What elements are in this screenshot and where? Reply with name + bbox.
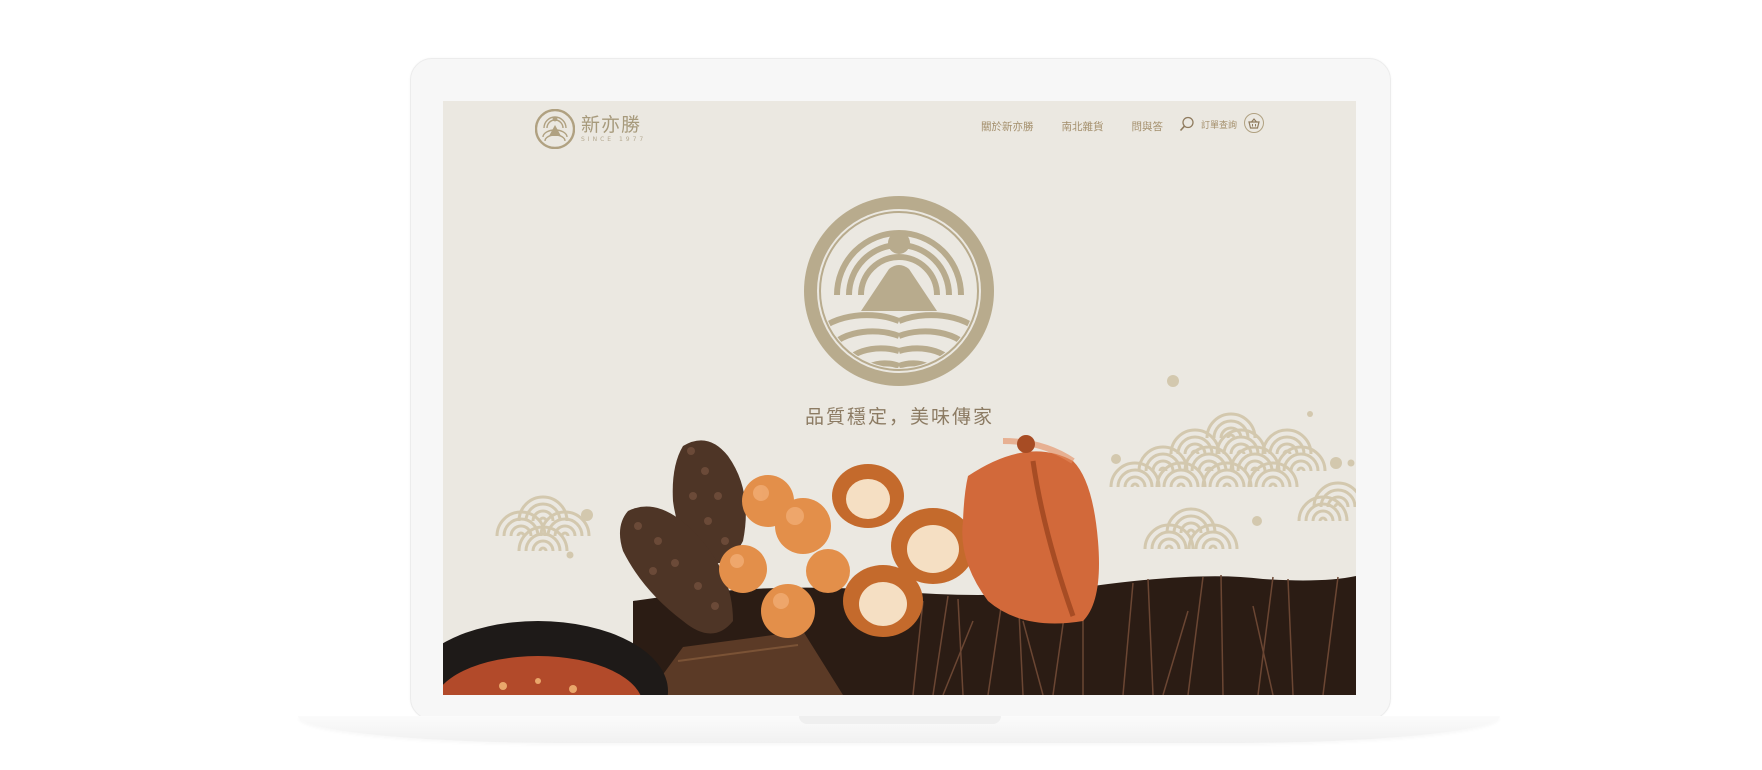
nav-faq[interactable]: 問與答 <box>1132 119 1164 134</box>
order-lookup-link[interactable]: 訂單查詢 <box>1179 116 1237 132</box>
nav-dry-goods[interactable]: 南北雜貨 <box>1062 119 1104 134</box>
laptop-notch <box>799 716 1001 724</box>
main-nav: 關於新亦勝 南北雜貨 問與答 <box>981 119 1163 134</box>
cart-button[interactable] <box>1244 113 1264 133</box>
nav-about[interactable]: 關於新亦勝 <box>981 119 1034 134</box>
hero-emblem-logo <box>804 196 994 386</box>
brand-since: SINCE 1977 <box>581 135 647 143</box>
brand-emblem-icon <box>535 109 575 149</box>
brand-logo[interactable]: 新亦勝 SINCE 1977 <box>535 108 646 150</box>
brand-name: 新亦勝 <box>581 113 642 136</box>
hero-tagline: 品質穩定，美味傳家 <box>804 406 994 428</box>
website-screen: 新亦勝 SINCE 1977 關於新亦勝 南北雜貨 問與答 訂單查詢 品質穩定，… <box>443 101 1356 695</box>
order-lookup-label: 訂單查詢 <box>1201 120 1238 131</box>
basket-icon <box>1248 117 1260 129</box>
hero-food-illustration <box>443 435 1356 695</box>
search-icon <box>1179 116 1194 132</box>
